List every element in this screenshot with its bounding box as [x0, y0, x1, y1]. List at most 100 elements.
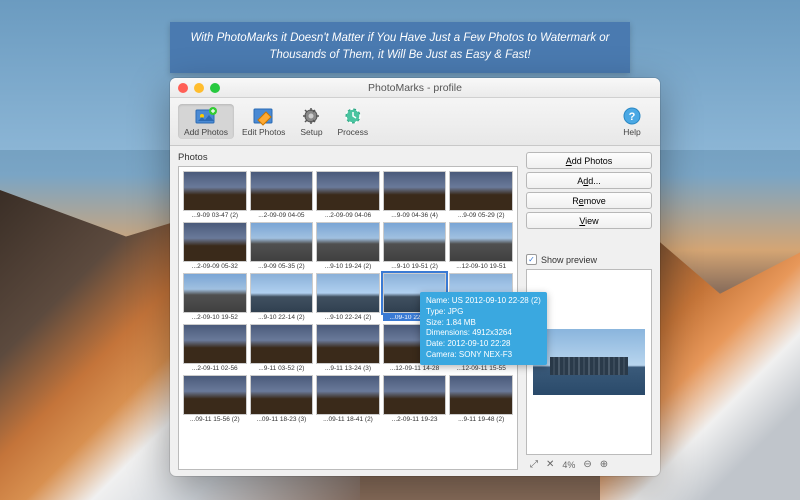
- toolbar-setup[interactable]: Setup: [293, 104, 329, 139]
- toolbar-add-photos[interactable]: Add Photos: [178, 104, 234, 139]
- photo-thumbnail[interactable]: ...9-11 03-52 (2): [250, 324, 314, 372]
- help-icon: ?: [620, 106, 644, 126]
- thumbnail-label: ...9-09 04-36 (4): [383, 212, 447, 219]
- photo-thumbnail[interactable]: ...9-11 19-48 (2): [449, 375, 513, 423]
- side-view-button[interactable]: View: [526, 212, 652, 229]
- thumbnail-label: ...09-11 18-41 (2): [316, 416, 380, 423]
- thumbnail-label: ...2-09-11 02-56: [183, 365, 247, 372]
- photo-thumbnail[interactable]: ...09-11 15-56 (2): [183, 375, 247, 423]
- thumbnail-label: ...9-10 22-14 (2): [250, 314, 314, 321]
- thumbnail-image: [250, 222, 314, 262]
- side-add-photos-button[interactable]: Add Photos: [526, 152, 652, 169]
- thumbnail-label: ...2-09-09 05-32: [183, 263, 247, 270]
- photo-thumbnail[interactable]: ...2-09-09 04-06: [316, 171, 380, 219]
- photo-thumbnail[interactable]: ...2-09-10 19-52: [183, 273, 247, 321]
- thumbnail-image: [383, 375, 447, 415]
- thumbnail-image: [250, 375, 314, 415]
- photo-thumbnail[interactable]: ...2-09-09 04-05: [250, 171, 314, 219]
- thumbnail-label: ...09-11 18-23 (3): [250, 416, 314, 423]
- fit-icon[interactable]: ⤢: [530, 459, 538, 470]
- zoom-out-icon[interactable]: ⊖: [583, 459, 591, 470]
- thumbnail-image: [316, 171, 380, 211]
- setup-icon: [299, 106, 323, 126]
- toolbar-label: Edit Photos: [242, 127, 285, 137]
- thumbnail-label: ...9-09 03-47 (2): [183, 212, 247, 219]
- photo-thumbnail[interactable]: ...9-10 22-14 (2): [250, 273, 314, 321]
- thumbnail-image: [316, 375, 380, 415]
- thumbnail-image: [250, 273, 314, 313]
- minimize-icon[interactable]: [194, 83, 204, 93]
- thumbnail-image: [250, 324, 314, 364]
- toolbar-edit-photos[interactable]: Edit Photos: [236, 104, 291, 139]
- preview-image: [533, 329, 645, 395]
- toolbar: Add Photos Edit Photos Setup Process ? H…: [170, 98, 660, 146]
- thumbnail-label: ...12-09-11 14-28: [383, 365, 447, 372]
- toolbar-label: Setup: [300, 127, 322, 137]
- thumbnail-label: ...12-09-11 15-55: [449, 365, 513, 372]
- thumbnail-label: ...12-09-10 19-51: [449, 263, 513, 270]
- photo-thumbnail[interactable]: ...09-11 18-41 (2): [316, 375, 380, 423]
- thumbnail-image: [183, 273, 247, 313]
- toolbar-label: Help: [623, 127, 640, 137]
- actual-size-icon[interactable]: ✕: [546, 459, 554, 470]
- photos-heading: Photos: [178, 152, 518, 163]
- thumbnail-image: [183, 375, 247, 415]
- photo-thumbnail[interactable]: ...9-11 13-24 (3): [316, 324, 380, 372]
- thumbnail-label: ...9-10 19-51 (2): [383, 263, 447, 270]
- show-preview-label: Show preview: [541, 255, 597, 265]
- photo-thumbnail[interactable]: ...9-10 19-24 (2): [316, 222, 380, 270]
- maximize-icon[interactable]: [210, 83, 220, 93]
- photo-thumbnail[interactable]: ...9-09 05-35 (2): [250, 222, 314, 270]
- thumbnail-image: [449, 171, 513, 211]
- edit-photos-icon: [252, 106, 276, 126]
- thumbnail-image: [383, 222, 447, 262]
- preview-controls: ⤢ ✕ 4% ⊖ ⊕: [526, 459, 652, 470]
- zoom-in-icon[interactable]: ⊕: [600, 459, 608, 470]
- thumbnail-label: ...9-11 03-52 (2): [250, 365, 314, 372]
- thumbnail-image: [449, 375, 513, 415]
- thumbnail-image: [250, 171, 314, 211]
- side-remove-button[interactable]: Remove: [526, 192, 652, 209]
- thumbnail-image: [316, 222, 380, 262]
- toolbar-process[interactable]: Process: [331, 104, 374, 139]
- photo-tooltip: Name: US 2012-09-10 22-28 (2) Type: JPG …: [420, 292, 547, 365]
- thumbnail-label: ...9-10 22-24 (2): [316, 314, 380, 321]
- photo-thumbnail[interactable]: ...12-09-10 19-51: [449, 222, 513, 270]
- photo-thumbnail[interactable]: ...09-11 18-23 (3): [250, 375, 314, 423]
- photo-thumbnail[interactable]: ...2-09-11 02-56: [183, 324, 247, 372]
- app-window: PhotoMarks - profile Add Photos Edit Pho…: [170, 78, 660, 476]
- thumbnail-image: [316, 324, 380, 364]
- promo-banner: With PhotoMarks it Doesn't Matter if You…: [170, 22, 630, 73]
- photo-thumbnail[interactable]: ...9-10 22-24 (2): [316, 273, 380, 321]
- add-photos-icon: [194, 106, 218, 126]
- svg-text:?: ?: [629, 111, 636, 123]
- photo-thumbnail[interactable]: ...2-09-11 19-23: [383, 375, 447, 423]
- process-icon: [341, 106, 365, 126]
- photo-thumbnail[interactable]: ...9-10 19-51 (2): [383, 222, 447, 270]
- show-preview-checkbox[interactable]: ✓: [526, 254, 537, 265]
- photo-thumbnail[interactable]: ...9-09 04-36 (4): [383, 171, 447, 219]
- window-title: PhotoMarks - profile: [368, 82, 462, 94]
- thumbnail-label: ...2-09-09 04-05: [250, 212, 314, 219]
- toolbar-help[interactable]: ? Help: [614, 104, 650, 139]
- thumbnail-image: [316, 273, 380, 313]
- thumbnail-label: ...9-11 19-48 (2): [449, 416, 513, 423]
- thumbnail-label: ...09-11 15-56 (2): [183, 416, 247, 423]
- thumbnail-label: ...2-09-11 19-23: [383, 416, 447, 423]
- zoom-percent: 4%: [562, 460, 575, 470]
- thumbnail-image: [449, 222, 513, 262]
- thumbnail-label: ...9-09 05-29 (2): [449, 212, 513, 219]
- close-icon[interactable]: [178, 83, 188, 93]
- thumbnail-image: [183, 222, 247, 262]
- photo-thumbnail[interactable]: ...9-09 05-29 (2): [449, 171, 513, 219]
- thumbnail-label: ...9-10 19-24 (2): [316, 263, 380, 270]
- thumbnail-image: [183, 171, 247, 211]
- side-add-button[interactable]: Add...: [526, 172, 652, 189]
- thumbnail-image: [383, 171, 447, 211]
- thumbnail-label: ...9-09 05-35 (2): [250, 263, 314, 270]
- toolbar-label: Process: [337, 127, 368, 137]
- photo-thumbnail[interactable]: ...2-09-09 05-32: [183, 222, 247, 270]
- thumbnail-image: [183, 324, 247, 364]
- photo-thumbnail[interactable]: ...9-09 03-47 (2): [183, 171, 247, 219]
- thumbnail-label: ...2-09-09 04-06: [316, 212, 380, 219]
